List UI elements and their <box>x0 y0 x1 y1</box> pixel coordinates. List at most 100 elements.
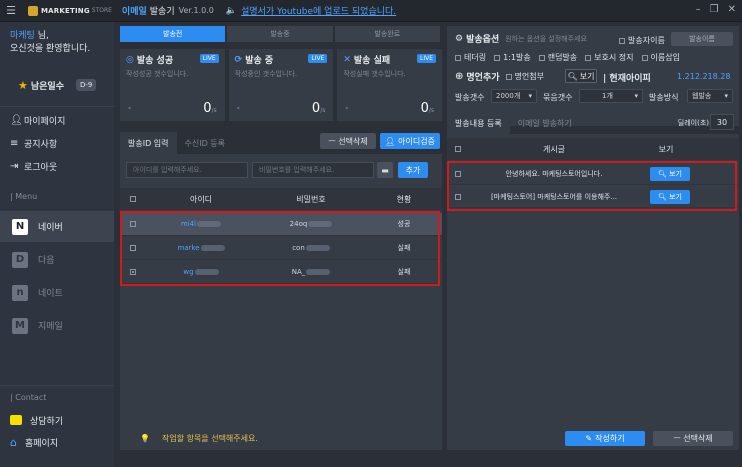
posts-table-header: 게시글 보기 <box>447 138 739 160</box>
tab-sender-id[interactable]: 발송ID 입력 <box>120 132 177 154</box>
insert-name-label: 이름삽입 <box>650 53 680 62</box>
sidebar-bottom-divider <box>0 385 114 386</box>
send-options-panel: ⚙ 발송옵션 원하는 옵션을 설정해주세요 발송자이름 발송이름 테더링 1:1… <box>447 26 739 126</box>
kakao-chat-icon <box>10 415 22 425</box>
nav-my-page[interactable]: 👤︎ 마이페이지 <box>0 110 114 130</box>
sender-name-input[interactable]: 발송이름 <box>671 32 733 46</box>
add-button[interactable]: 추가 <box>398 162 428 178</box>
tab-receiver-id[interactable]: 수신ID 등록 <box>177 132 234 154</box>
hint-text: 작업할 항목을 선택해주세요. <box>161 433 258 443</box>
contact-consult[interactable]: 상담하기 <box>10 411 63 429</box>
home-icon: ⌂ <box>10 435 17 449</box>
menu-section-label: | Menu <box>10 192 38 201</box>
service-gmail-label: 지메일 <box>38 322 63 332</box>
delay-input[interactable]: 30 <box>710 114 734 130</box>
tab-register-content[interactable]: 발송내용 등록 <box>447 112 510 134</box>
stat-failed-value-wrap: 0/s <box>421 101 434 116</box>
nav-logout[interactable]: ⇥ 로그아웃 <box>0 156 114 176</box>
delay-label: 딜레이(초) <box>677 119 709 127</box>
sender-name-checkbox[interactable]: 발송자이름 <box>619 35 665 46</box>
id-input[interactable]: 아이디를 입력해주세요. <box>126 162 248 178</box>
stat-success-value: 0 <box>203 101 212 116</box>
group-count-select[interactable]: 1개 ▾ <box>579 89 643 103</box>
card-attach-checkbox[interactable]: 명언첨부 <box>505 71 544 82</box>
stat-success-unit: /s <box>211 107 217 114</box>
live-badge: LIVE <box>308 54 328 63</box>
delete-posts-button[interactable]: ㅡ 선택삭제 <box>653 431 733 446</box>
search-icon: 🔍︎ <box>567 71 578 81</box>
group-count-value: 1개 <box>602 92 613 100</box>
view-card-button[interactable]: 🔍︎ 보기 <box>565 69 597 83</box>
youtube-notice-link[interactable]: 설명서가 Youtube에 업로드 되었습니다. <box>241 4 396 17</box>
service-naver[interactable]: N 네이버 <box>0 211 114 242</box>
delete-selected-button[interactable]: ㅡ 선택삭제 <box>320 133 376 149</box>
service-naver-label: 네이버 <box>38 223 63 233</box>
tethering-checkbox[interactable]: 테더링 <box>455 52 486 63</box>
header-password: 비밀번호 <box>296 194 326 204</box>
card-attach-label: 명언첨부 <box>514 72 544 81</box>
header-view: 보기 <box>658 144 674 154</box>
select-all-checkbox[interactable] <box>130 196 136 202</box>
list-icon: ≡ <box>10 137 19 149</box>
nav-notice[interactable]: ≡ 공지사항 <box>0 133 114 153</box>
greeting: 마케팅 님, 오신것을 환영합니다. <box>0 22 114 64</box>
select-all-checkbox[interactable] <box>455 146 461 152</box>
service-gmail[interactable]: M 지메일 <box>0 310 114 341</box>
write-button[interactable]: ✎ 작성하기 <box>565 431 645 446</box>
plus-circle-icon[interactable]: ⊕ <box>455 71 463 82</box>
stat-success-title: 발송 성공 <box>136 56 174 66</box>
header-post: 게시글 <box>542 144 566 154</box>
remaining-days-label: 남은일수 <box>30 81 64 92</box>
logo-sub: STORE <box>91 7 112 14</box>
stat-sending-title: 발송 중 <box>245 56 274 66</box>
app-version: Ver.1.0.0 <box>178 6 214 15</box>
verify-id-button[interactable]: 👤︎ 아이디검증 <box>380 133 440 149</box>
hint-bar: 💡 작업할 항목을 선택해주세요. <box>120 426 442 450</box>
service-daum[interactable]: D 다음 <box>0 244 114 275</box>
highlight-box <box>447 161 737 211</box>
sidebar: 마케팅 님, 오신것을 환영합니다. ★ 남은일수 D-9 👤︎ 마이페이지 ≡… <box>0 22 114 467</box>
protect-stop-checkbox[interactable]: 보호시 정지 <box>585 52 634 63</box>
sender-name-label: 발송자이름 <box>628 36 665 45</box>
close-icon[interactable]: ✕ <box>728 4 736 15</box>
welcome-text: 오신것을 환영합니다. <box>10 44 91 54</box>
service-nate-label: 네이트 <box>38 289 63 299</box>
right-bottom-bar: ✎ 작성하기 ㅡ 선택삭제 <box>447 426 739 450</box>
card-add-label[interactable]: 명언추가 <box>466 70 499 83</box>
chevron-down-icon: ▾ <box>528 92 532 100</box>
method-select[interactable]: 웹발송 ▾ <box>687 89 733 103</box>
tab-send-email[interactable]: 이메일 발송하기 <box>510 112 580 134</box>
gmail-icon: M <box>12 317 28 334</box>
insert-name-checkbox[interactable]: 이름삽입 <box>641 52 680 63</box>
logout-icon: ⇥ <box>10 160 19 172</box>
random-send-checkbox[interactable]: 랜덤발송 <box>538 52 577 63</box>
speaker-icon: 🔈 <box>225 5 238 16</box>
nav-my-page-label: 마이페이지 <box>24 116 66 127</box>
title-bar: ☰ MARKETING STORE 이메일 발송기 Ver.1.0.0 🔈 설명… <box>0 0 742 22</box>
stats-row: ◎ 발송 성공 LIVE 작성성공 갯수입니다. * 0/s ⟳ 발송 중 LIVE… <box>120 49 443 121</box>
folder-icon[interactable]: ▬ <box>377 162 393 178</box>
sidebar-divider <box>0 106 114 107</box>
x-icon: ✕ <box>343 54 351 65</box>
hamburger-menu-icon[interactable]: ☰ <box>0 4 22 17</box>
contact-consult-label: 상담하기 <box>30 416 64 427</box>
verify-id-label: 아이디검증 <box>398 136 435 146</box>
minimize-icon[interactable]: – <box>696 4 701 15</box>
password-input[interactable]: 비밀번호를 입력해주세요. <box>252 162 374 178</box>
restore-icon[interactable]: ❐ <box>710 4 719 15</box>
one-to-one-checkbox[interactable]: 1:1발송 <box>494 52 531 63</box>
service-nate[interactable]: n 네이트 <box>0 277 114 308</box>
stat-success-value-wrap: 0/s <box>203 101 216 116</box>
method-label: 발송방식 <box>649 93 679 102</box>
user-suffix: 님, <box>34 31 49 41</box>
stat-sending-sub: 작성중인 갯수입니다. <box>234 70 298 78</box>
stat-failed-unit: /s <box>428 107 435 114</box>
step-before-send: 발송전 <box>120 26 226 42</box>
send-count-select[interactable]: 2000개 ▾ <box>491 89 537 103</box>
user-icon: 👤︎ <box>385 136 396 146</box>
stat-failed-sub: 작성실패 갯수입니다. <box>343 70 406 78</box>
contact-homepage[interactable]: ⌂ 홈페이지 <box>10 433 58 451</box>
user-icon: 👤︎ <box>10 114 23 126</box>
card-row: ⊕ 명언추가 명언첨부 <box>455 70 544 83</box>
logo-mark-icon <box>28 5 38 16</box>
